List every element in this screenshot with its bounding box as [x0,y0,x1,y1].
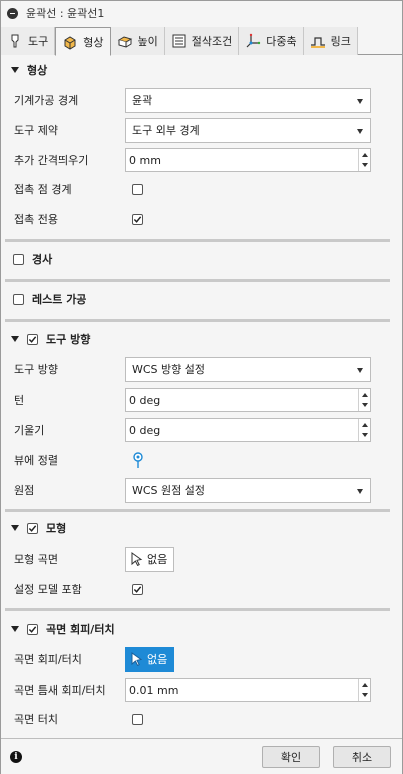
turn-row: 턴 0 deg [1,386,402,414]
tool-orientation-checkbox[interactable] [27,333,38,345]
contact-only-row: 접촉 전용 [1,205,402,233]
rest-machining-checkbox[interactable] [13,293,24,305]
spinner-arrows-icon[interactable] [358,149,370,171]
dialog-footer: i 확인 취소 [1,738,402,774]
include-setup-model-row: 설정 모델 포함 [1,575,402,603]
contact-point-boundary-row: 접촉 점 경계 [1,175,402,203]
window-title: 윤곽선 : 윤곽선1 [26,7,105,20]
section-divider [5,239,390,242]
spinner-arrows-icon[interactable] [358,419,370,441]
touch-surfaces-checkbox[interactable] [132,713,143,725]
model-surfaces-select-button[interactable]: 없음 [125,546,175,572]
machining-boundary-row: 기계가공 경계 윤곽 [1,86,402,114]
spinner-arrows-icon[interactable] [358,679,370,701]
model-checkbox[interactable] [27,522,38,534]
cursor-arrow-icon [131,652,143,666]
include-setup-model-checkbox[interactable] [132,583,143,595]
tab-geometry[interactable]: 형상 [55,27,111,56]
tilt-row: 기울기 0 deg [1,416,402,444]
avoid-touch-checkbox[interactable] [27,623,38,635]
collapse-icon[interactable] [7,7,18,19]
tab-passes[interactable]: 절삭조건 [164,27,240,55]
view-align-row: 뷰에 정렬 [1,446,402,474]
info-icon[interactable]: i [10,751,22,763]
tool-containment-row: 도구 제약 도구 외부 경계 [1,116,402,144]
tool-orientation-row: 도구 방향 WCS 방향 설정 [1,355,402,383]
contact-only-checkbox[interactable] [132,213,143,225]
tab-bar: 도구 형상 높이 절삭조건 다중축 링크 [1,27,402,56]
spinner-arrows-icon[interactable] [358,389,370,411]
avoid-touch-surfaces-select-button[interactable]: 없음 [125,646,175,672]
tool-orientation-select[interactable]: WCS 방향 설정 [125,356,371,382]
touch-surfaces-row: 곡면 터치 [1,705,402,733]
additional-offset-input[interactable]: 0 mm [125,148,371,172]
multiaxis-icon [245,33,261,49]
tool-containment-select[interactable]: 도구 외부 경계 [125,117,371,143]
machining-boundary-select[interactable]: 윤곽 [125,87,371,113]
expand-arrow-icon [11,525,19,531]
section-divider [5,509,390,512]
expand-arrow-icon [11,67,19,73]
slope-checkbox[interactable] [13,253,24,265]
section-divider [5,319,390,322]
dropdown-caret-icon [357,367,363,373]
dropdown-caret-icon [357,488,363,494]
linking-icon [310,33,326,49]
section-geometry-header[interactable]: 형상 [1,58,402,82]
surface-clearance-row: 곡면 틈새 회피/터치 0.01 mm [1,676,402,704]
section-tool-orientation-header[interactable]: 도구 방향 [1,327,402,351]
tilt-input[interactable]: 0 deg [125,418,371,442]
heights-icon [117,33,133,49]
origin-select[interactable]: WCS 원점 설정 [125,477,371,503]
geometry-icon [62,34,78,50]
title-bar: 윤곽선 : 윤곽선1 [1,1,402,25]
avoid-touch-surfaces-row: 곡면 회피/터치 없음 [1,645,402,673]
section-slope-header[interactable]: 경사 [1,247,402,271]
tab-multiaxis[interactable]: 다중축 [239,27,304,55]
model-surfaces-row: 모형 곡면 없음 [1,545,402,573]
tool-icon [7,33,23,49]
turn-input[interactable]: 0 deg [125,388,371,412]
contact-point-boundary-checkbox[interactable] [132,183,143,195]
surface-clearance-input[interactable]: 0.01 mm [125,678,371,702]
tab-tool[interactable]: 도구 [1,27,56,55]
additional-offset-row: 추가 간격띄우기 0 mm [1,146,402,174]
section-divider [5,279,390,282]
dropdown-caret-icon [357,98,363,104]
section-model-header[interactable]: 모형 [1,516,402,540]
ok-button[interactable]: 확인 [262,746,320,768]
dropdown-caret-icon [357,128,363,134]
align-to-view-icon[interactable] [131,451,145,472]
toolpath-dialog: 윤곽선 : 윤곽선1 도구 형상 높이 절삭조건 다중축 링크 형상 기계가공 … [0,0,403,774]
passes-icon [171,33,187,49]
cursor-arrow-icon [131,552,143,566]
expand-arrow-icon [11,626,19,632]
expand-arrow-icon [11,336,19,342]
section-rest-header[interactable]: 레스트 가공 [1,287,402,311]
tab-heights[interactable]: 높이 [110,27,165,55]
origin-row: 원점 WCS 원점 설정 [1,476,402,504]
section-divider [5,608,390,611]
section-avoid-touch-header[interactable]: 곡면 회피/터치 [1,617,402,641]
cancel-button[interactable]: 취소 [333,746,391,768]
tab-linking[interactable]: 링크 [303,27,358,55]
